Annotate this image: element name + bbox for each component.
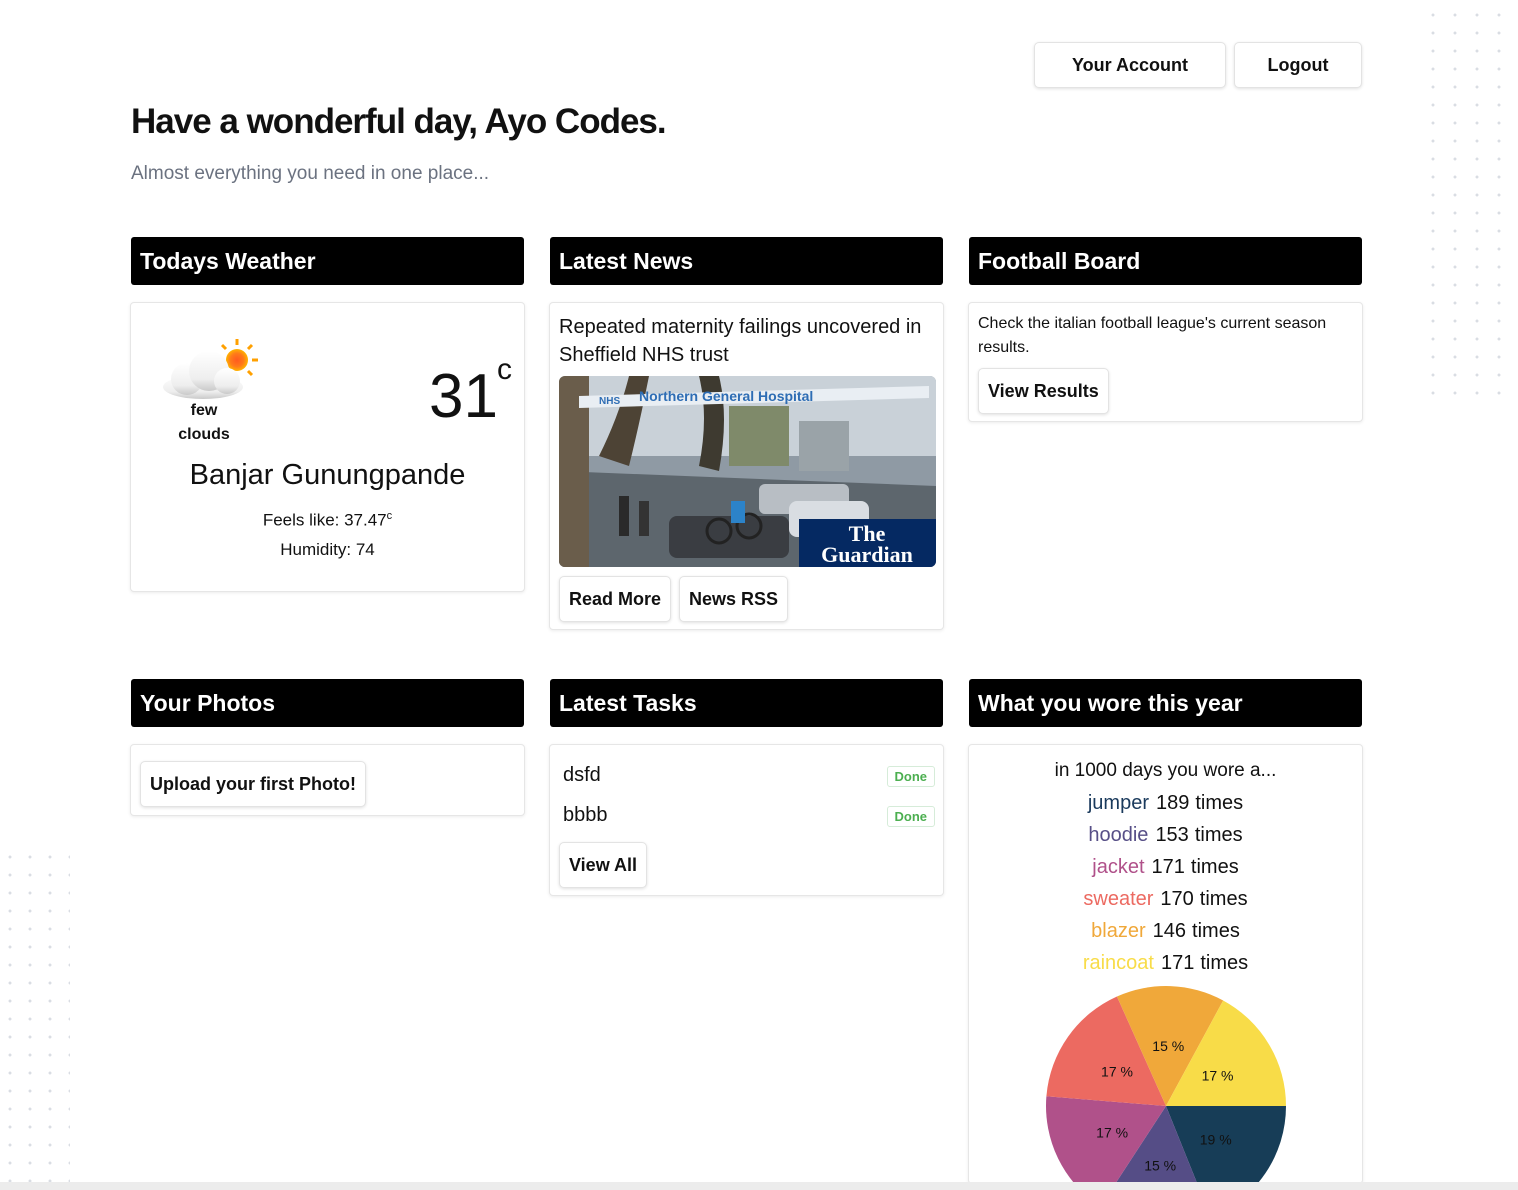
temperature-unit: c: [497, 353, 512, 386]
tasks-header: Latest Tasks: [550, 679, 943, 727]
football-card: Check the italian football league's curr…: [968, 302, 1363, 422]
svg-text:NHS: NHS: [599, 396, 620, 407]
feels-like: Feels like: 37.47c: [262, 510, 393, 530]
page-subtitle: Almost everything you need in one place.…: [131, 163, 490, 184]
read-more-button[interactable]: Read More: [559, 576, 672, 622]
pie-label-sweater: 17 %: [1101, 1063, 1133, 1079]
football-description: Check the italian football league's curr…: [978, 315, 1327, 356]
greeting-heading: Have a wonderful day, Ayo Codes.: [131, 102, 667, 141]
football-header: Football Board: [969, 237, 1362, 285]
task-item[interactable]: dsfd Done: [563, 762, 935, 792]
pie-label-blazer: 15 %: [1152, 1038, 1184, 1054]
weather-card: few clouds 31 c Banjar Gunungpande Feels …: [130, 302, 525, 592]
wore-intro: in 1000 days you wore a...: [1054, 760, 1277, 781]
svg-text:Northern General Hospital: Northern General Hospital: [639, 388, 813, 404]
decorative-dots-top-right: [1422, 6, 1518, 402]
svg-text:Guardian: Guardian: [821, 542, 913, 567]
upload-photo-button[interactable]: Upload your first Photo!: [140, 761, 366, 807]
news-rss-button[interactable]: News RSS: [679, 576, 789, 622]
photos-card: Upload your first Photo!: [130, 744, 525, 816]
wore-card: in 1000 days you wore a... jumper 189 time…: [968, 744, 1363, 1184]
wore-item: hoodie 153 times: [1088, 824, 1243, 846]
weather-condition: few clouds: [178, 402, 230, 443]
news-headline: Repeated maternity failings uncovered in…: [559, 316, 922, 366]
humidity: Humidity: 74: [280, 540, 375, 559]
task-name: dsfd: [563, 764, 601, 786]
task-item[interactable]: bbbb Done: [563, 802, 935, 832]
wore-item: raincoat 171 times: [1082, 952, 1249, 974]
pie-label-jacket: 17 %: [1096, 1124, 1128, 1140]
task-status-badge: Done: [886, 766, 935, 787]
weather-header: Todays Weather: [131, 237, 524, 285]
weather-city: Banjar Gunungpande: [189, 459, 466, 491]
pie-label-raincoat: 17 %: [1202, 1067, 1234, 1083]
logout-button[interactable]: Logout: [1234, 42, 1362, 88]
news-card: Repeated maternity failings uncovered in…: [549, 302, 944, 630]
partly-cloudy-sun-icon: [159, 337, 261, 406]
decorative-dots-bottom-left: [0, 848, 70, 1184]
your-account-button[interactable]: Your Account: [1034, 42, 1226, 88]
temperature-value: 31: [429, 362, 498, 431]
bottom-scrollbar: [0, 1182, 1518, 1190]
tasks-card: dsfd Done bbbb Done View All: [549, 744, 944, 896]
view-results-button[interactable]: View Results: [978, 368, 1109, 414]
wore-header: What you wore this year: [969, 679, 1362, 727]
wore-item: jumper 189 times: [1087, 792, 1244, 814]
wore-item: jacket 171 times: [1092, 856, 1239, 878]
view-all-tasks-button[interactable]: View All: [559, 842, 648, 888]
wore-item: blazer 146 times: [1091, 920, 1240, 942]
news-image: Northern General Hospital NHS The Guardi…: [559, 376, 936, 567]
photos-header: Your Photos: [131, 679, 524, 727]
wore-pie-chart: 19 % 15 % 17 % 17 % 15 % 17 %: [1046, 986, 1286, 1183]
task-name: bbbb: [563, 804, 608, 826]
task-status-badge: Done: [886, 806, 935, 827]
pie-label-jumper: 19 %: [1200, 1132, 1232, 1148]
pie-label-hoodie: 15 %: [1144, 1158, 1176, 1174]
news-header: Latest News: [550, 237, 943, 285]
wore-item: sweater 170 times: [1083, 888, 1248, 910]
